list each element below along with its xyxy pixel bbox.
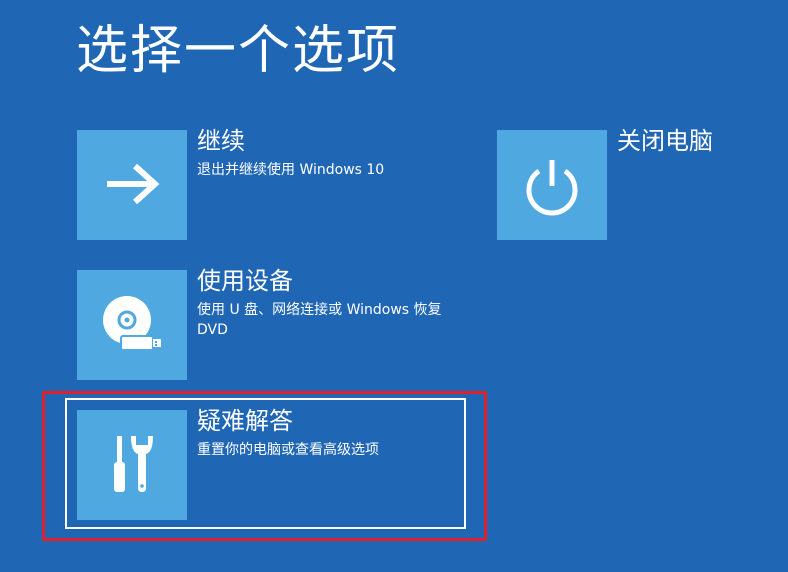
arrow-right-icon — [107, 163, 160, 205]
use-device-option[interactable]: 使用设备 使用 U 盘、网络连接或 Windows 恢复 DVD — [77, 267, 467, 380]
continue-tile[interactable] — [77, 130, 187, 240]
shutdown-option[interactable]: 关闭电脑 — [497, 127, 737, 240]
troubleshoot-title: 疑难解答 — [197, 407, 293, 435]
continue-option[interactable]: 继续 退出并继续使用 Windows 10 — [77, 127, 467, 240]
troubleshoot-tile[interactable] — [77, 410, 187, 520]
continue-description: 退出并继续使用 Windows 10 — [197, 162, 385, 178]
shutdown-title: 关闭电脑 — [617, 127, 713, 155]
page-title: 选择一个选项 — [76, 21, 401, 81]
use-device-tile[interactable] — [77, 270, 187, 380]
power-icon — [526, 160, 578, 216]
troubleshoot-description: 重置你的电脑或查看高级选项 — [197, 442, 379, 458]
tools-icon — [114, 436, 153, 492]
continue-title: 继续 — [197, 127, 245, 155]
shutdown-tile[interactable] — [497, 130, 607, 240]
troubleshoot-option[interactable]: 疑难解答 重置你的电脑或查看高级选项 — [77, 407, 467, 520]
use-device-title: 使用设备 — [197, 267, 293, 295]
disc-usb-icon — [103, 296, 161, 351]
use-device-description: 使用 U 盘、网络连接或 Windows 恢复 DVD — [197, 302, 442, 338]
